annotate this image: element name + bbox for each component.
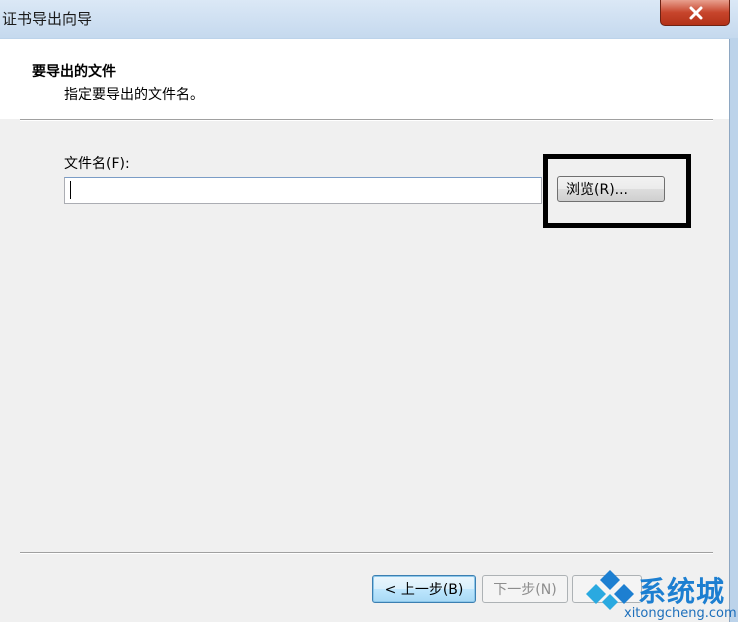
title-bar[interactable]: 证书导出向导: [0, 0, 738, 38]
wizard-header: 要导出的文件 指定要导出的文件名。: [0, 39, 729, 119]
annotation-highlight-box: [543, 154, 691, 228]
filename-input[interactable]: [64, 177, 542, 204]
header-divider: [20, 119, 713, 121]
certificate-export-wizard-window: 证书导出向导 要导出的文件 指定要导出的文件名。 文件名(F): 浏览(R)..…: [0, 0, 738, 622]
text-caret: [70, 181, 71, 199]
page-title: 要导出的文件: [32, 64, 116, 80]
site-watermark: 系统城 xitongcheng.com: [576, 568, 737, 622]
window-title: 证书导出向导: [2, 10, 93, 28]
close-button[interactable]: [660, 0, 730, 26]
back-button[interactable]: < 上一步(B): [372, 575, 476, 603]
page-subtitle: 指定要导出的文件名。: [64, 87, 204, 103]
next-button[interactable]: 下一步(N): [482, 575, 568, 603]
watermark-url: xitongcheng.com: [624, 606, 737, 621]
wizard-client-area: 要导出的文件 指定要导出的文件名。 文件名(F): 浏览(R)... < 上一步…: [0, 39, 730, 622]
watermark-brand: 系统城: [638, 575, 726, 608]
footer-divider: [20, 552, 713, 554]
close-x-icon: [689, 6, 703, 20]
filename-label: 文件名(F):: [64, 156, 130, 172]
